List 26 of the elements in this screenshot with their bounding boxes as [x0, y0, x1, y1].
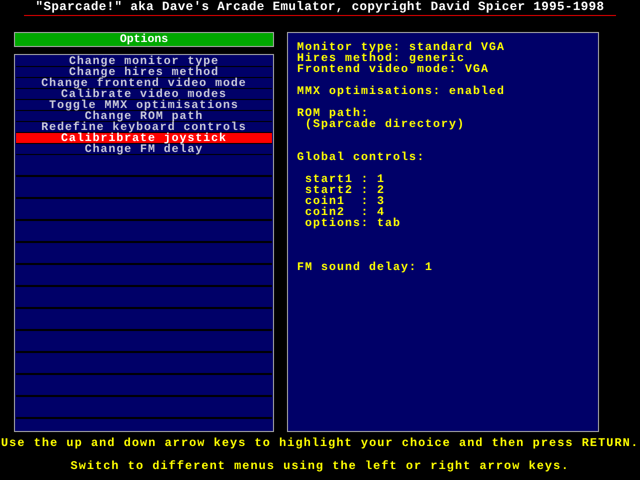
- menu-item[interactable]: Change ROM path: [16, 111, 272, 122]
- menu-header: Options: [14, 32, 274, 47]
- menu-item[interactable]: Change hires method: [16, 67, 272, 78]
- info-line: FM sound delay: 1: [297, 262, 434, 273]
- info-line: (Sparcade directory): [304, 119, 466, 130]
- help-text: Switch to different menus using the left or right arrow keys.: [70, 460, 570, 473]
- info-line: start1 : 1: [304, 174, 386, 185]
- menu-item[interactable]: Change frontend video mode: [16, 78, 272, 89]
- info-line: coin2 : 4: [304, 207, 386, 218]
- menu-item[interactable]: Redefine keyboard controls: [16, 122, 272, 133]
- menu-item[interactable]: Calibribrate joystick: [16, 133, 272, 144]
- info-line: coin1 : 3: [304, 196, 386, 207]
- menu-item[interactable]: Change monitor type: [16, 56, 272, 67]
- menu-item[interactable]: Calibrate video modes: [16, 89, 272, 100]
- info-line: Monitor type: standard VGA: [297, 42, 506, 53]
- info-line: start2 : 2: [304, 185, 386, 196]
- help-text: Use the up and down arrow keys to highlight your choice and then press RETURN.: [0, 437, 640, 450]
- info-line: options: tab: [304, 218, 402, 229]
- menu-item[interactable]: Toggle MMX optimisations: [16, 100, 272, 111]
- info-line: Global controls:: [297, 152, 426, 163]
- info-line: ROM path:: [297, 108, 370, 119]
- menu-item[interactable]: Change FM delay: [16, 144, 272, 155]
- info-line: MMX optimisations: enabled: [297, 86, 506, 97]
- info-line: Hires method: generic: [297, 53, 466, 64]
- window-title: "Sparcade!" aka Dave's Arcade Emulator, copyright David Spicer 1995-1998: [24, 0, 616, 16]
- info-line: Frontend video mode: VGA: [297, 64, 490, 75]
